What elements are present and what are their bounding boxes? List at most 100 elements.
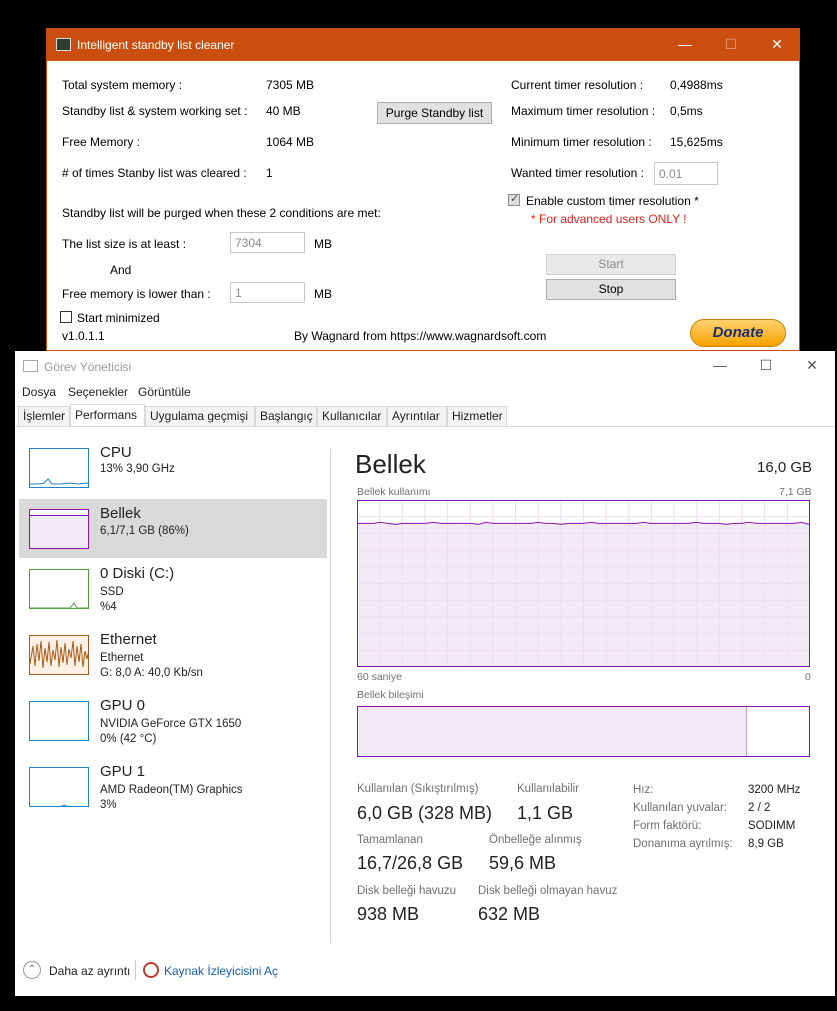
cpu-thumbnail [29, 448, 89, 488]
memory-usage-svg [357, 500, 810, 667]
composition-in-use [358, 707, 743, 756]
less-details-link[interactable]: Daha az ayrıntı [49, 964, 130, 978]
perf-title-disk: 0 Diski (C:) [100, 565, 175, 582]
memory-composition-label: Bellek bileşimi [357, 689, 424, 701]
perf-item-disk[interactable]: 0 Diski (C:) SSD %4 [19, 565, 327, 628]
committed-label: Tamamlanan [357, 834, 423, 846]
menu-view[interactable]: Görüntüle [138, 385, 191, 399]
start-button[interactable]: Start [546, 254, 676, 275]
tab-app-history[interactable]: Uygulama geçmişi [145, 406, 255, 426]
memory-total: 16,0 GB [757, 459, 813, 476]
in-use-label: Kullanılan (Sıkıştırılmış) [357, 783, 479, 795]
tab-performance[interactable]: Performans [70, 404, 145, 427]
purge-standby-button[interactable]: Purge Standby list [377, 102, 492, 124]
perf-title-ethernet: Ethernet [100, 631, 157, 648]
stop-button[interactable]: Stop [546, 279, 676, 300]
tab-startup[interactable]: Başlangıç [255, 406, 317, 426]
max-timer-value: 0,5ms [670, 104, 703, 118]
list-size-label: The list size is at least : [62, 237, 187, 251]
menu-options[interactable]: Seçenekler [68, 385, 128, 399]
standby-ws-value: 40 MB [266, 104, 301, 118]
total-memory-label: Total system memory : [62, 78, 183, 92]
min-timer-label: Minimum timer resolution : [511, 135, 652, 149]
graph-axis-right: 0 [805, 671, 811, 683]
slots-label: Kullanılan yuvalar: [633, 802, 727, 814]
perf-item-ethernet[interactable]: Ethernet Ethernet G: 8,0 A: 40,0 Kb/sn [19, 631, 327, 694]
speed-value: 3200 MHz [748, 784, 801, 796]
tab-users[interactable]: Kullanıcılar [317, 406, 387, 426]
task-manager-titlebar: Görev Yöneticisi — ☐ ✕ [15, 351, 835, 381]
enable-custom-timer-label: Enable custom timer resolution * [526, 194, 699, 208]
current-timer-value: 0,4988ms [670, 78, 723, 92]
perf-sub-gpu1: AMD Radeon(TM) Graphics [100, 784, 243, 796]
nonpaged-pool-value: 632 MB [478, 904, 541, 924]
task-manager-title: Görev Yöneticisi [44, 360, 132, 374]
list-size-input[interactable]: 7304 [230, 232, 305, 253]
free-lower-input[interactable]: 1 [230, 282, 305, 303]
list-size-unit: MB [314, 237, 332, 251]
task-manager-icon [23, 360, 38, 372]
ethernet-mini-graph [30, 639, 88, 669]
memory-usage-graph [357, 500, 810, 667]
available-value: 1,1 GB [517, 803, 574, 823]
chevron-up-icon[interactable]: ⌃ [23, 961, 41, 979]
perf-item-gpu0[interactable]: GPU 0 NVIDIA GeForce GTX 1650 0% (42 °C) [19, 697, 327, 760]
perf-sub2-gpu1: 3% [100, 799, 117, 811]
ethernet-thumbnail [29, 635, 89, 675]
start-minimized-checkbox[interactable] [60, 311, 72, 323]
menu-file[interactable]: Dosya [22, 385, 56, 399]
perf-sub-gpu0: NVIDIA GeForce GTX 1650 [100, 718, 242, 730]
tm-close-button[interactable]: ✕ [789, 351, 835, 381]
tm-minimize-button[interactable]: — [697, 351, 743, 381]
close-button[interactable]: ✕ [754, 29, 800, 61]
cached-value: 59,6 MB [489, 853, 557, 873]
perf-item-gpu1[interactable]: GPU 1 AMD Radeon(TM) Graphics 3% [19, 763, 327, 826]
tab-details[interactable]: Ayrıntılar [387, 406, 447, 426]
perf-sub2-ethernet: G: 8,0 A: 40,0 Kb/sn [100, 667, 203, 679]
enable-custom-timer-checkbox[interactable] [508, 192, 520, 206]
standby-cleaner-window: Intelligent standby list cleaner — ☐ ✕ T… [46, 28, 800, 351]
minimize-button[interactable]: — [662, 29, 708, 61]
memory-usage-label: Bellek kullanımı [357, 486, 431, 498]
tm-maximize-button[interactable]: ☐ [743, 351, 789, 381]
memory-usage-max: 7,1 GB [779, 486, 812, 498]
slots-value: 2 / 2 [748, 802, 771, 814]
perf-sub-memory: 6,1/7,1 GB (86%) [100, 525, 189, 537]
cached-label: Önbelleğe alınmış [489, 834, 582, 846]
gpu1-mini-graph [60, 804, 68, 806]
memory-heading: Bellek [355, 449, 426, 479]
times-cleared-value: 1 [266, 166, 273, 180]
tab-services[interactable]: Hizmetler [447, 406, 507, 426]
wanted-timer-label: Wanted timer resolution : [511, 166, 644, 180]
tab-processes[interactable]: İşlemler [18, 406, 70, 426]
total-memory-value: 7305 MB [266, 78, 315, 92]
max-timer-label: Maximum timer resolution : [511, 104, 656, 118]
version-label: v1.0.1.1 [62, 329, 105, 343]
donate-button[interactable]: Donate [690, 319, 786, 347]
cpu-mini-graph [30, 478, 88, 485]
footer-divider [135, 960, 136, 980]
current-timer-label: Current timer resolution : [511, 78, 644, 92]
gpu0-thumbnail [29, 701, 89, 741]
committed-value: 16,7/26,8 GB [357, 853, 464, 873]
tab-divider [15, 426, 835, 427]
in-use-value: 6,0 GB (328 MB) [357, 803, 493, 823]
perf-item-memory[interactable]: Bellek 6,1/7,1 GB (86%) [19, 499, 327, 558]
wanted-timer-input[interactable]: 0.01 [654, 162, 718, 185]
credit-label: By Wagnard from https://www.wagnardsoft.… [294, 329, 547, 343]
standby-titlebar: Intelligent standby list cleaner — ☐ ✕ [47, 29, 799, 61]
available-label: Kullanılabilir [517, 783, 580, 795]
perf-title-cpu: CPU [100, 444, 132, 461]
resource-monitor-link[interactable]: Kaynak İzleyicisini Aç [164, 964, 278, 978]
standby-window-title: Intelligent standby list cleaner [77, 38, 235, 52]
perf-sub2-gpu0: 0% (42 °C) [100, 733, 157, 745]
perf-title-gpu1: GPU 1 [100, 763, 146, 780]
disk-thumbnail [29, 569, 89, 609]
perf-sub-disk: SSD [100, 586, 124, 598]
free-memory-label: Free Memory : [62, 135, 141, 149]
nonpaged-pool-label: Disk belleği olmayan havuz [478, 885, 618, 897]
maximize-button[interactable]: ☐ [708, 29, 754, 61]
composition-modified [742, 707, 747, 756]
standby-ws-label: Standby list & system working set : [62, 104, 248, 118]
hardware-reserved-label: Donanıma ayrılmış: [633, 838, 733, 850]
